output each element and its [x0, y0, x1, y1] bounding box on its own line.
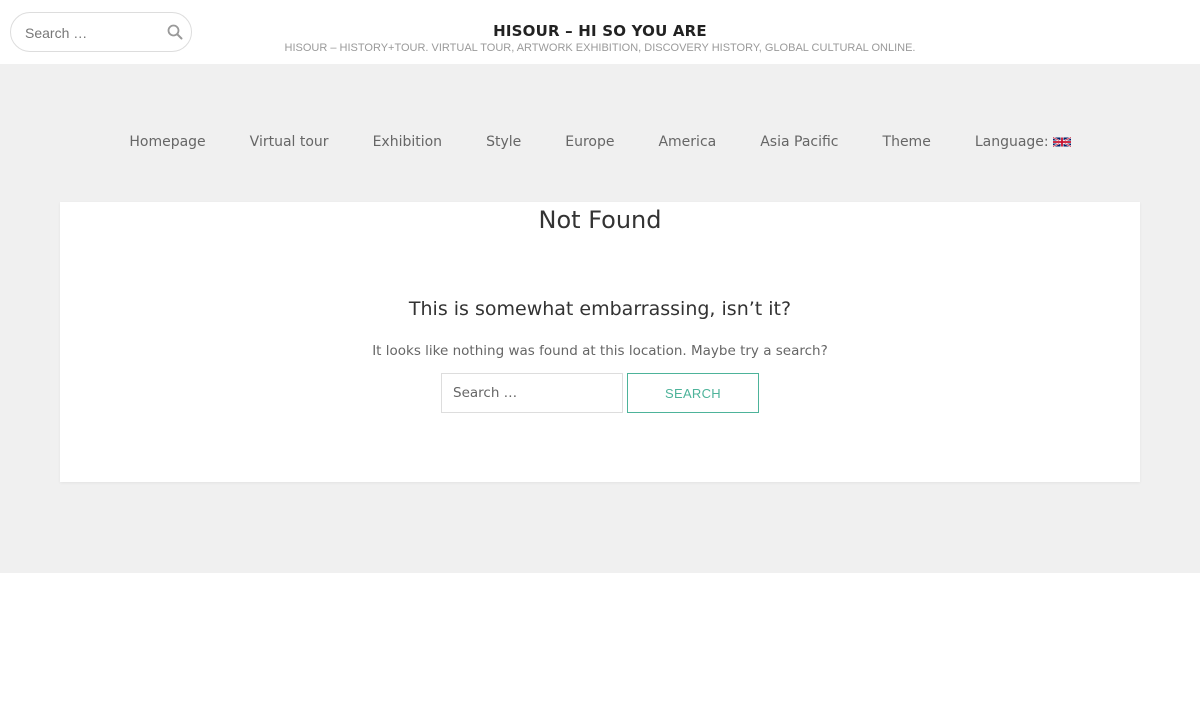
search-input[interactable]	[441, 373, 623, 413]
error-subheading: This is somewhat embarrassing, isn’t it?	[408, 298, 792, 320]
uk-flag-icon	[1052, 136, 1071, 148]
nav-item-exhibition[interactable]: Exhibition	[373, 134, 443, 150]
nav-item-europe[interactable]: Europe	[565, 134, 614, 150]
not-found-card: Not Found This is somewhat embarrassing,…	[60, 202, 1140, 482]
site-title[interactable]: HISOUR – HI SO YOU ARE	[0, 22, 1200, 40]
main-navigation: Homepage Virtual tour Exhibition Style E…	[0, 130, 1200, 154]
error-message: It looks like nothing was found at this …	[372, 343, 828, 359]
nav-item-virtual-tour[interactable]: Virtual tour	[250, 134, 329, 150]
nav-item-style[interactable]: Style	[486, 134, 521, 150]
nav-item-theme[interactable]: Theme	[883, 134, 931, 150]
site-tagline: HiSoUR – History+Tour. Virtual Tour, Art…	[284, 42, 916, 54]
nav-item-language[interactable]: Language:	[975, 134, 1071, 150]
language-label: Language:	[974, 134, 1049, 150]
site-header: HISOUR – HI SO YOU ARE HiSoUR – History+…	[0, 0, 1200, 64]
nav-item-asia-pacific[interactable]: Asia Pacific	[760, 134, 838, 150]
nav-item-america[interactable]: America	[658, 134, 716, 150]
nav-item-homepage[interactable]: Homepage	[129, 134, 205, 150]
search-button[interactable]: Search	[627, 373, 759, 413]
page-title: Not Found	[538, 206, 662, 234]
